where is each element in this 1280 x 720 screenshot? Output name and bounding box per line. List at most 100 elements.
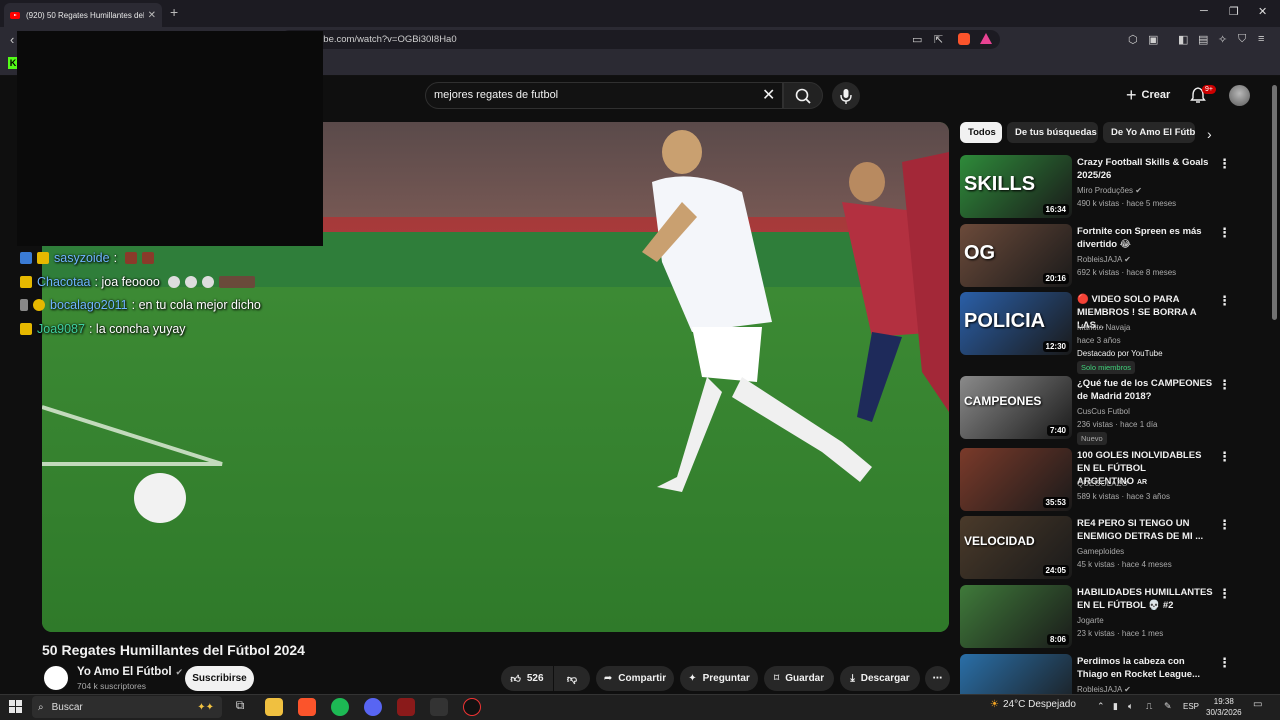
recommendation-channel[interactable]: Miro Produções ✔	[1077, 184, 1142, 197]
recommendation-channel[interactable]: Gameploides	[1077, 545, 1124, 558]
weather-text: 24°C Despejado	[1002, 699, 1076, 710]
extensions-icon[interactable]: ⬡	[1128, 33, 1138, 46]
vpn-icon[interactable]: ⛉	[1238, 33, 1246, 46]
more-actions-button[interactable]: ⋯	[925, 666, 950, 691]
file-explorer-icon[interactable]	[265, 698, 283, 716]
chip-from-channel[interactable]: De Yo Amo El Fútbol	[1103, 122, 1195, 143]
close-window-button[interactable]: ✕	[1258, 5, 1267, 18]
browser-tab[interactable]: (920) 50 Regates Humillantes del Fútbol …	[4, 3, 162, 27]
recommendation-title[interactable]: Crazy Football Skills & Goals 2025/26	[1077, 156, 1213, 182]
recommendation-thumbnail[interactable]: 8:06	[960, 585, 1072, 648]
recommendation-title[interactable]: Perdimos la cabeza con Thiago en Rocket …	[1077, 655, 1213, 681]
more-options-icon[interactable]: ⋮	[1218, 517, 1231, 533]
close-tab-icon[interactable]: ✕	[148, 10, 156, 21]
channel-avatar[interactable]	[42, 664, 70, 692]
pen-icon[interactable]: ✎	[1164, 701, 1172, 712]
url-text[interactable]: ube.com/watch?v=OGBi30I8Ha0	[318, 34, 457, 45]
verified-icon: ✔	[1121, 255, 1131, 264]
sidebar-icon[interactable]: ◧	[1178, 33, 1188, 46]
ask-button[interactable]: ✦ Preguntar	[680, 666, 758, 691]
recommendation-thumbnail[interactable]: OG 20:16	[960, 224, 1072, 287]
recommendation-title[interactable]: HABILIDADES HUMILLANTES EN EL FÚTBOL 💀 #…	[1077, 586, 1213, 612]
app-icon[interactable]	[430, 698, 448, 716]
chevron-right-icon[interactable]: ›	[1207, 126, 1212, 142]
spotify-icon[interactable]	[331, 698, 349, 716]
brave-browser-icon[interactable]	[298, 698, 316, 716]
recommendation-channel[interactable]: Markito Navaja	[1077, 321, 1130, 334]
tray-overflow-icon[interactable]: ⌃	[1097, 701, 1105, 712]
wallet-icon[interactable]: ▤	[1198, 33, 1208, 46]
like-button[interactable]: 👍︎ 526	[501, 666, 553, 691]
recommendation-channel[interactable]: CusCus Futbol	[1077, 405, 1130, 418]
recommendation-thumbnail[interactable]: VELOCIDAD 24:05	[960, 516, 1072, 579]
tab-manager-icon[interactable]: ▣	[1148, 33, 1158, 46]
recommendation-title[interactable]: Fortnite con Spreen es más divertido 😂	[1077, 225, 1213, 251]
share-button[interactable]: ➦ Compartir	[596, 666, 674, 691]
task-view-icon[interactable]: ⧉	[231, 698, 249, 716]
minimize-window-button[interactable]: ─	[1200, 5, 1208, 17]
notification-center-icon[interactable]: ▭	[1253, 699, 1262, 710]
download-label: Descargar	[860, 673, 910, 684]
microphone-tray-icon[interactable]: ▮	[1113, 701, 1118, 712]
gift-badge-icon	[33, 299, 45, 311]
emote-icon	[125, 252, 138, 264]
plus-icon: +	[1126, 84, 1137, 105]
windows-start-icon[interactable]	[9, 700, 23, 719]
download-button[interactable]: ⤓ Descargar	[840, 666, 920, 691]
recommendation-meta: 490 k vistas · hace 5 meses	[1077, 199, 1177, 208]
voice-search-button[interactable]	[832, 82, 860, 110]
language-indicator[interactable]: ESP	[1183, 702, 1199, 711]
share-page-icon[interactable]: ⇱	[934, 33, 943, 46]
voicemeeter-icon[interactable]	[397, 698, 415, 716]
menu-icon[interactable]: ≡	[1258, 33, 1264, 45]
recommendation-channel[interactable]: Jogarte	[1077, 614, 1104, 627]
clear-search-icon[interactable]: ✕	[762, 85, 775, 105]
new-tab-button[interactable]: +	[170, 4, 178, 20]
more-options-icon[interactable]: ⋮	[1218, 156, 1231, 172]
emote-icon	[184, 276, 197, 288]
discord-icon[interactable]	[364, 698, 382, 716]
system-clock[interactable]: 19:38 30/3/2026	[1206, 696, 1242, 718]
restore-window-button[interactable]: ❐	[1229, 5, 1239, 18]
channel-name[interactable]: Yo Amo El Fútbol ✔	[77, 666, 183, 678]
recommendation-channel[interactable]: QUEGOLAZO	[1077, 477, 1128, 490]
brave-rewards-icon[interactable]	[980, 33, 992, 44]
recommendation-channel[interactable]: RobleisJAJA ✔	[1077, 253, 1131, 266]
bookmark-icon: ⌑	[773, 673, 780, 684]
obs-icon[interactable]	[463, 698, 481, 716]
recommendation-thumbnail[interactable]: SKILLS 16:34	[960, 155, 1072, 218]
more-options-icon[interactable]: ⋮	[1218, 586, 1231, 602]
chat-username: sasyzoide	[54, 251, 110, 265]
recommendation-thumbnail[interactable]: POLICIA 12:30	[960, 292, 1072, 355]
recommendation-thumbnail[interactable]: 35:53	[960, 448, 1072, 511]
channel-name-text: Gameploides	[1077, 547, 1125, 556]
recommendation-thumbnail[interactable]: CAMPEONES 7:40	[960, 376, 1072, 439]
leo-ai-icon[interactable]: ✧	[1218, 33, 1227, 46]
more-options-icon[interactable]: ⋮	[1218, 449, 1231, 465]
account-avatar[interactable]	[1229, 85, 1250, 106]
brave-shields-icon[interactable]	[958, 33, 970, 45]
recommendation-title[interactable]: RE4 PERO SI TENGO UN ENEMIGO DETRAS DE M…	[1077, 517, 1213, 543]
back-icon[interactable]: ‹	[10, 32, 14, 47]
search-input-value[interactable]: mejores regates de futbol	[434, 89, 558, 101]
taskbar-search[interactable]: ⌕ Buscar ✦✦	[32, 696, 222, 718]
dislike-button[interactable]: 👎︎	[554, 666, 590, 691]
weather-widget[interactable]: ☀ 24°C Despejado	[990, 699, 1076, 710]
scrollbar[interactable]	[1272, 85, 1277, 320]
chip-from-searches[interactable]: De tus búsquedas	[1007, 122, 1098, 143]
chip-all[interactable]: Todos	[960, 122, 1002, 143]
subscribe-button[interactable]: Suscribirse	[185, 666, 254, 691]
save-button[interactable]: ⌑ Guardar	[764, 666, 834, 691]
recommendation-title[interactable]: ¿Qué fue de los CAMPEONES de Madrid 2018…	[1077, 377, 1213, 403]
more-options-icon[interactable]: ⋮	[1218, 377, 1231, 393]
volume-icon[interactable]: 🔈︎	[1128, 701, 1133, 712]
search-button[interactable]	[783, 82, 823, 109]
create-button[interactable]: + Crear	[1126, 83, 1170, 107]
crown-icon	[20, 276, 32, 288]
more-options-icon[interactable]: ⋮	[1218, 225, 1231, 241]
cast-icon[interactable]: ▭	[912, 33, 922, 46]
chat-username: bocalago2011	[50, 298, 128, 312]
network-icon[interactable]: ⎍	[1146, 701, 1152, 712]
more-options-icon[interactable]: ⋮	[1218, 293, 1231, 309]
more-options-icon[interactable]: ⋮	[1218, 655, 1231, 671]
